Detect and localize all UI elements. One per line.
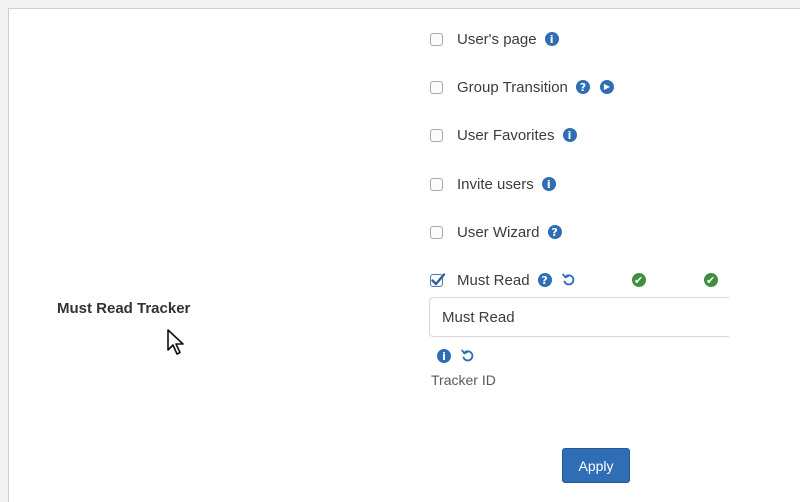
reset-icon[interactable]	[561, 273, 576, 287]
option-user-favorites: User Favorites i	[430, 124, 587, 146]
tracker-id-label: Tracker ID	[431, 372, 496, 388]
check-icon: ✔	[703, 273, 718, 287]
user-wizard-label: User Wizard	[457, 223, 540, 241]
help-icon[interactable]: ?	[537, 273, 552, 287]
users-page-checkbox[interactable]	[430, 32, 443, 46]
group-transition-checkbox[interactable]	[430, 80, 443, 94]
check-icon: ✔	[631, 273, 646, 287]
tracker-name-input[interactable]: Must Read	[429, 297, 729, 337]
info-icon[interactable]: i	[437, 349, 451, 363]
help-icon[interactable]: ?	[547, 225, 562, 239]
option-invite-users: Invite users i	[430, 173, 566, 195]
option-must-read: Must Read ? ✔ ✔	[430, 269, 728, 291]
reset-icon[interactable]	[461, 349, 475, 363]
mouse-pointer-icon	[166, 328, 188, 361]
invite-users-label: Invite users	[457, 175, 534, 193]
group-transition-label: Group Transition	[457, 78, 568, 96]
must-read-label: Must Read	[457, 271, 530, 289]
tracker-name-value: Must Read	[442, 308, 515, 326]
settings-panel	[8, 8, 800, 502]
info-icon[interactable]: i	[544, 32, 559, 46]
user-wizard-checkbox[interactable]	[430, 225, 443, 239]
user-favorites-label: User Favorites	[457, 126, 555, 144]
user-favorites-checkbox[interactable]	[430, 128, 443, 142]
tracker-input-actions: i	[437, 345, 475, 367]
option-user-wizard: User Wizard ?	[430, 221, 572, 243]
must-read-checkbox[interactable]	[430, 272, 446, 287]
play-icon[interactable]: ▶	[599, 80, 614, 94]
users-page-label: User's page	[457, 30, 537, 48]
info-icon[interactable]: i	[562, 128, 577, 142]
apply-button[interactable]: Apply	[562, 448, 630, 483]
option-users-page: User's page i	[430, 28, 569, 50]
must-read-tracker-label: Must Read Tracker	[57, 300, 191, 317]
option-group-transition: Group Transition ? ▶	[430, 76, 624, 98]
info-icon[interactable]: i	[541, 177, 556, 191]
invite-users-checkbox[interactable]	[430, 177, 443, 191]
help-icon[interactable]: ?	[575, 80, 590, 94]
